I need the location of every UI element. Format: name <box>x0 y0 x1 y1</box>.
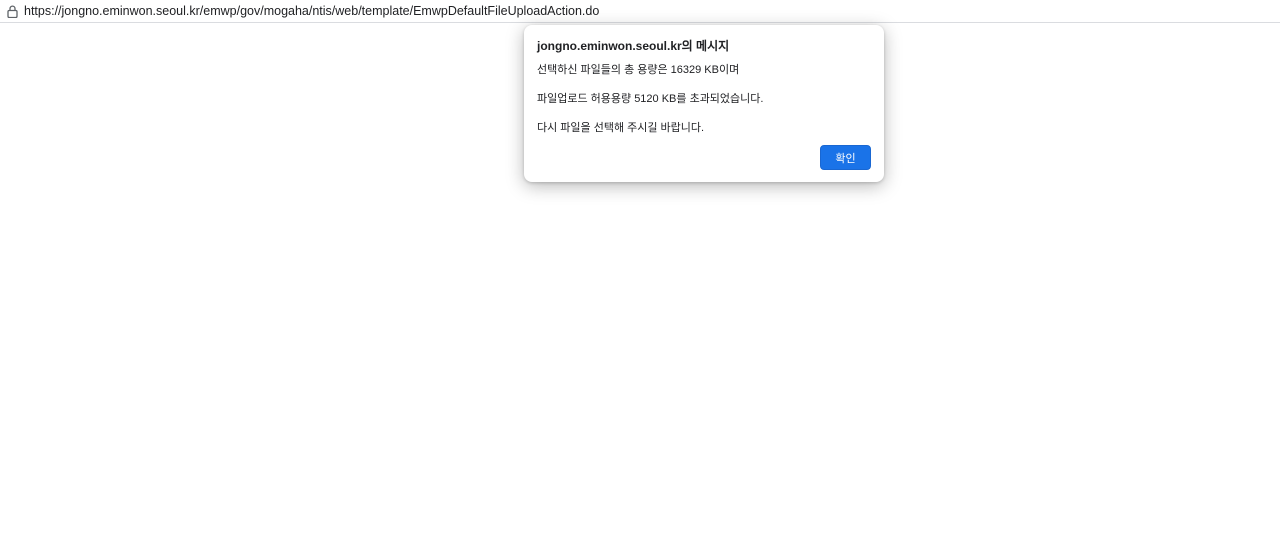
dialog-message-line: 파일업로드 허용용량 5120 KB를 초과되었습니다. <box>537 93 764 105</box>
dialog-message-line: 선택하신 파일들의 총 용량은 16329 KB이며 <box>537 64 740 76</box>
dialog-message-line: 다시 파일을 선택해 주시길 바랍니다. <box>537 122 705 134</box>
ok-button[interactable]: 확인 <box>820 145 871 170</box>
url-text[interactable]: https://jongno.eminwon.seoul.kr/emwp/gov… <box>24 4 599 18</box>
address-bar[interactable]: https://jongno.eminwon.seoul.kr/emwp/gov… <box>0 0 1280 23</box>
dialog-title: jongno.eminwon.seoul.kr의 메시지 <box>537 39 730 53</box>
alert-dialog: jongno.eminwon.seoul.kr의 메시지 선택하신 파일들의 총… <box>524 25 884 182</box>
lock-icon[interactable] <box>5 4 19 18</box>
